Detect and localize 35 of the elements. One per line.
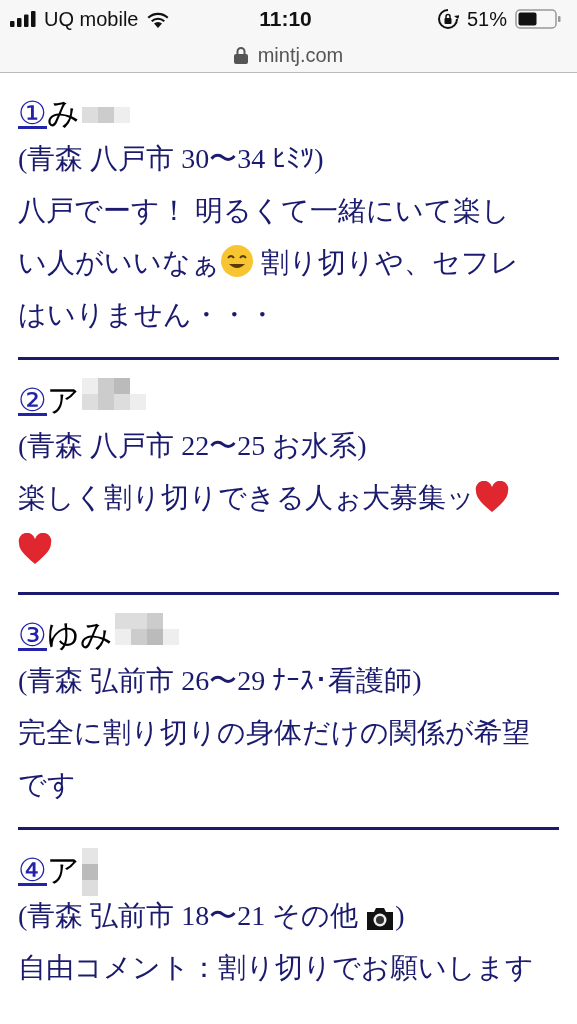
entry-number-link[interactable]: ③ [18, 615, 47, 655]
profile-info: (青森 弘前市 26〜29 ﾅｰｽ･看護師) [18, 665, 422, 696]
entry-number-link[interactable]: ② [18, 380, 47, 420]
comment-text: い人がいいなぁ [18, 247, 220, 278]
entry-number-link[interactable]: ① [18, 93, 47, 133]
signal-icon [10, 11, 36, 27]
comment-text: 自由コメント：割り切りでお願いします [18, 952, 534, 983]
comment-text: 割り切りや、セフレ [260, 247, 519, 278]
clock-time: 11:10 [259, 7, 312, 31]
battery-percent: 51% [466, 7, 507, 31]
profile-info: (青森 八戸市 30〜34 ﾋﾐﾂ) [18, 143, 324, 174]
camera-icon [365, 905, 396, 931]
heart-icon [18, 533, 52, 565]
smiley-icon [220, 244, 254, 278]
profile-info: (青森 八戸市 22〜25 お水系) [18, 430, 367, 461]
user-name: み [47, 94, 80, 133]
rotation-lock-icon [436, 8, 459, 30]
battery-icon [515, 9, 561, 29]
entry-number-link[interactable]: ④ [18, 850, 47, 890]
url-text[interactable]: mintj.com [257, 43, 344, 67]
heart-icon [475, 481, 509, 513]
comment-text: です [18, 769, 76, 800]
comment-text: 八戸でーす！ 明るくて一緒にいて楽し [18, 195, 510, 226]
user-name: ア [47, 381, 80, 420]
comment-text: 完全に割り切りの身体だけの関係が希望 [18, 717, 530, 748]
user-name: ゆみ [47, 616, 113, 655]
profile-info: ) [395, 900, 405, 931]
mosaic-drawing [82, 848, 98, 896]
user-name: ア [47, 851, 80, 890]
comment-text: 楽しく割り切りできる人ぉ大募集ッ [18, 482, 475, 513]
carrier-name: UQ mobile [44, 7, 139, 31]
profile-info: (青森 弘前市 18〜21 その他 [18, 900, 360, 931]
comment-text: はいりません・・・ [18, 299, 276, 330]
wifi-icon [146, 10, 171, 28]
lock-icon [233, 46, 248, 64]
